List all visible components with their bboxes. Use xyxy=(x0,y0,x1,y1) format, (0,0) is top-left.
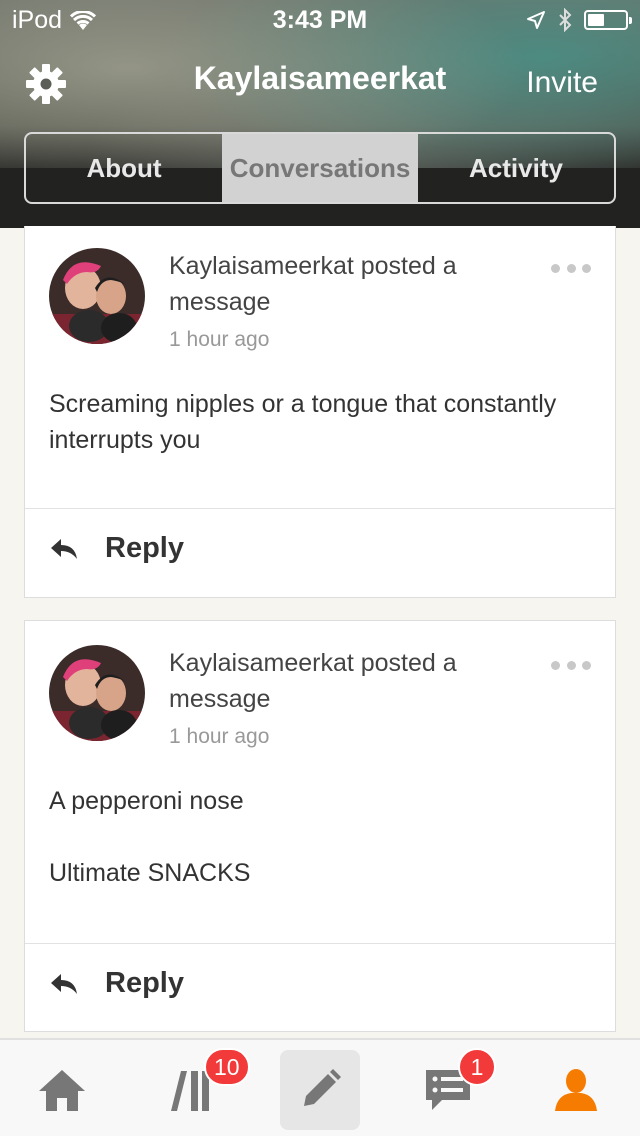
avatar-image xyxy=(49,248,145,344)
avatar[interactable] xyxy=(49,645,145,741)
tab-about[interactable]: About xyxy=(26,134,222,202)
post-timestamp: 1 hour ago xyxy=(169,725,270,748)
profile-tabs: About Conversations Activity xyxy=(24,132,616,204)
messages-badge: 1 xyxy=(458,1048,496,1086)
post-author-line: Kaylaisameerkat posted a message xyxy=(169,252,457,316)
post-body: A pepperoni nose Ultimate SNACKS xyxy=(49,783,591,891)
post-text: A pepperoni nose xyxy=(49,787,244,815)
reply-label: Reply xyxy=(105,532,184,564)
reply-label: Reply xyxy=(105,967,184,999)
post-body: Screaming nipples or a tongue that const… xyxy=(49,386,591,458)
reply-arrow-icon xyxy=(51,973,77,994)
home-icon xyxy=(39,1070,85,1111)
avatar[interactable] xyxy=(49,248,145,344)
divider xyxy=(25,508,615,509)
nav-home[interactable] xyxy=(22,1050,102,1130)
post-card: Kaylaisameerkat posted a message 1 hour … xyxy=(24,620,616,1032)
profile-icon xyxy=(555,1069,597,1111)
profile-header: iPod 3:43 PM Kaylaisameerkat Invite Abou… xyxy=(0,0,640,228)
location-arrow-icon xyxy=(527,11,545,29)
nav-write[interactable] xyxy=(280,1050,360,1130)
more-options-icon[interactable] xyxy=(551,262,591,274)
title-row: Kaylaisameerkat Invite xyxy=(0,56,640,112)
library-badge: 10 xyxy=(204,1048,250,1086)
nav-messages[interactable]: 1 xyxy=(408,1048,496,1130)
nav-profile[interactable] xyxy=(536,1050,616,1130)
tab-activity[interactable]: Activity xyxy=(418,134,614,202)
tab-conversations[interactable]: Conversations xyxy=(222,134,418,202)
post-text: Ultimate SNACKS xyxy=(49,859,251,887)
status-bar: iPod 3:43 PM xyxy=(0,0,640,40)
more-options-icon[interactable] xyxy=(551,659,591,671)
invite-button[interactable]: Invite xyxy=(526,66,598,100)
avatar-image xyxy=(49,645,145,741)
reply-arrow-icon xyxy=(51,538,77,559)
nav-library[interactable]: 10 xyxy=(152,1048,250,1130)
battery-icon xyxy=(584,10,632,30)
post-text: Screaming nipples or a tongue that const… xyxy=(49,390,557,454)
bluetooth-icon xyxy=(559,8,572,32)
reply-button[interactable]: Reply xyxy=(49,967,184,1000)
reply-button[interactable]: Reply xyxy=(49,532,184,565)
post-author-line: Kaylaisameerkat posted a message xyxy=(169,649,457,713)
divider xyxy=(25,943,615,944)
bottom-nav: 10 1 xyxy=(0,1038,640,1136)
post-timestamp: 1 hour ago xyxy=(169,328,270,351)
status-right xyxy=(526,8,632,32)
post-card: Kaylaisameerkat posted a message 1 hour … xyxy=(24,226,616,598)
pencil-icon xyxy=(304,1069,341,1106)
